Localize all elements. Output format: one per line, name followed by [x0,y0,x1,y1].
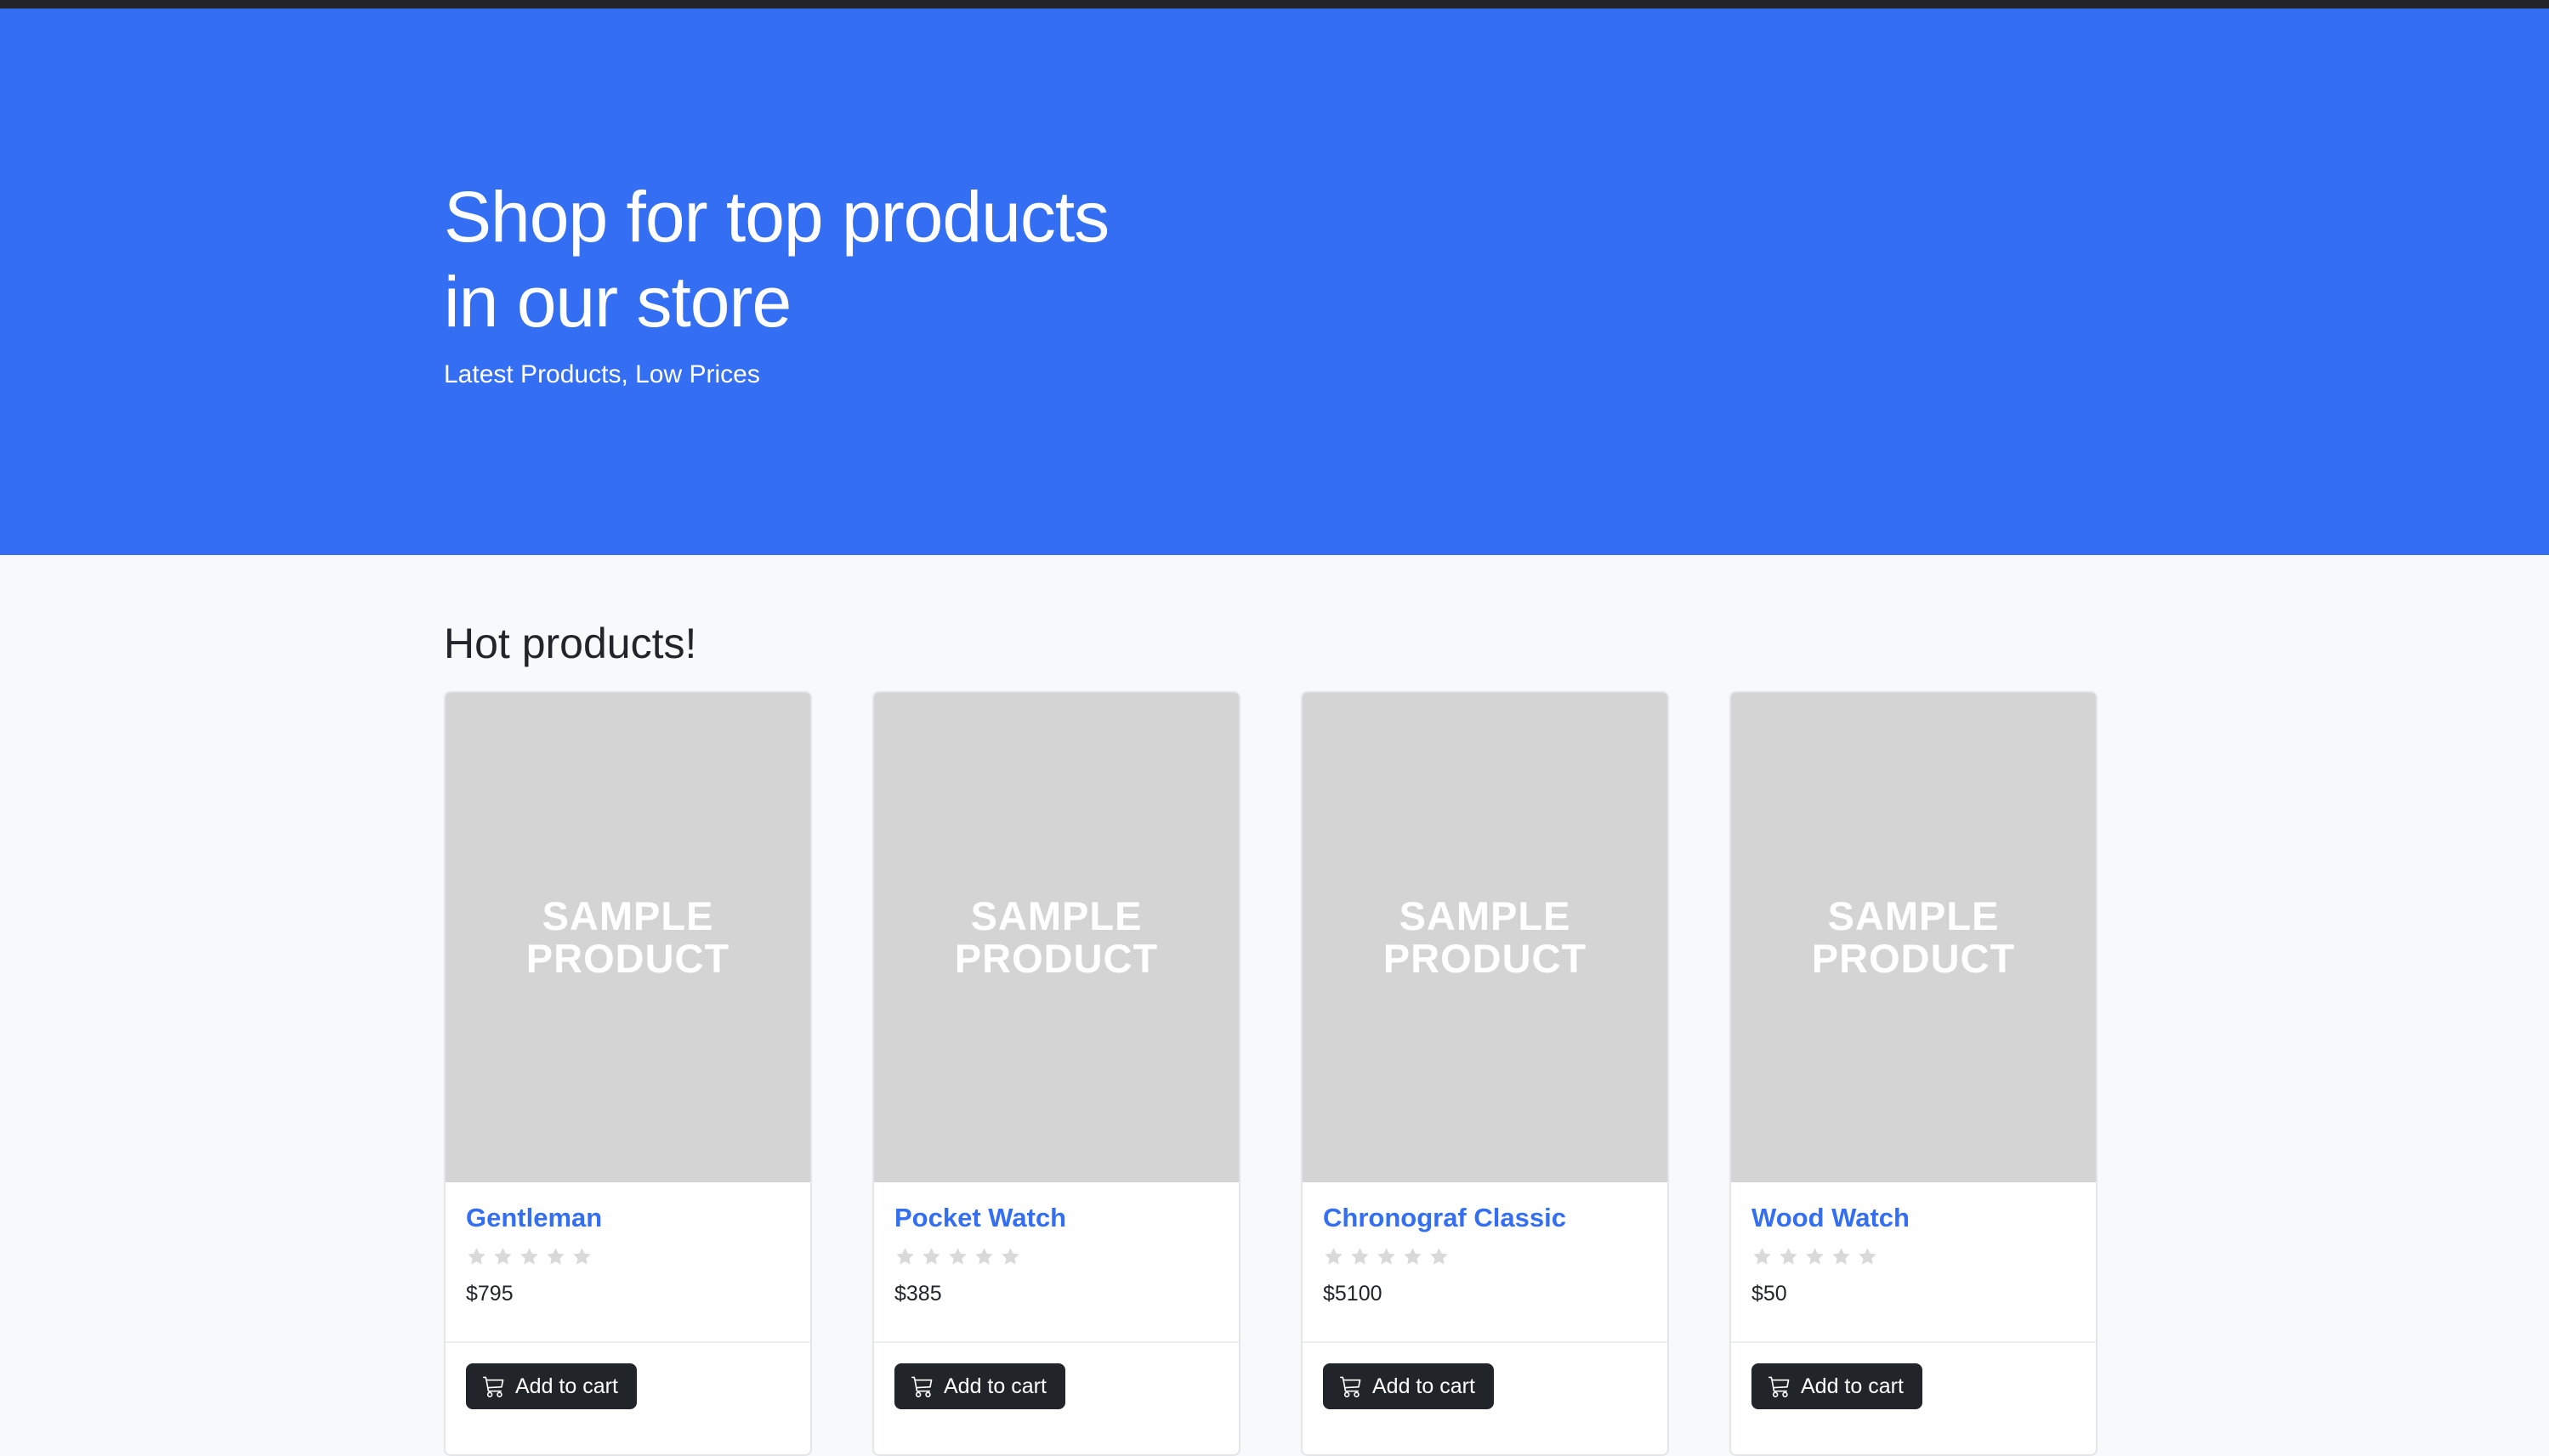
add-to-cart-label: Add to cart [1801,1374,1904,1398]
product-card: SAMPLE PRODUCT Gentleman $795 Add to car… [444,691,812,1456]
cart-icon [483,1376,504,1397]
product-name-link[interactable]: Chronograf Classic [1323,1201,1647,1235]
product-image-label: SAMPLE PRODUCT [1812,895,2015,980]
product-price: $5100 [1323,1282,1382,1306]
hero-title-line-2: in our store [444,262,792,342]
product-card-body: Chronograf Classic $5100 [1303,1182,1667,1343]
add-to-cart-label: Add to cart [515,1374,618,1398]
hero-content: Shop for top products in our store Lates… [444,174,1379,392]
product-card-footer: Add to cart [446,1343,810,1430]
product-image[interactable]: SAMPLE PRODUCT [1731,693,2096,1182]
cart-icon [911,1376,933,1397]
star-icon [1806,1247,1824,1265]
star-icon [1430,1247,1448,1265]
hero-subtitle: Latest Products, Low Prices [444,360,760,388]
star-icon [494,1247,512,1265]
image-label-line-1: SAMPLE [1827,893,2000,938]
cart-icon [1768,1376,1790,1397]
star-icon [1351,1247,1369,1265]
top-bar [0,0,2549,8]
star-icon [1832,1247,1850,1265]
product-name-link[interactable]: Wood Watch [1751,1201,2075,1235]
image-label-line-1: SAMPLE [542,893,714,938]
product-image[interactable]: SAMPLE PRODUCT [446,693,810,1182]
product-image-label: SAMPLE PRODUCT [526,895,730,980]
product-card: SAMPLE PRODUCT Chronograf Classic $5100 … [1301,691,1669,1456]
hero-banner: Shop for top products in our store Lates… [0,8,2549,555]
image-label-line-2: PRODUCT [1382,936,1587,981]
add-to-cart-button[interactable]: Add to cart [1751,1363,1922,1409]
star-icon [573,1247,591,1265]
product-name-link[interactable]: Gentleman [466,1201,790,1235]
product-card-footer: Add to cart [1731,1343,2096,1430]
add-to-cart-button[interactable]: Add to cart [466,1363,637,1409]
star-icon [923,1247,940,1265]
hero-title-line-1: Shop for top products [444,177,1110,257]
star-icon [949,1247,967,1265]
product-card-body: Wood Watch $50 [1731,1182,2096,1343]
product-price: $795 [466,1282,514,1306]
product-card-body: Gentleman $795 [446,1182,810,1343]
star-icon [1780,1247,1797,1265]
add-to-cart-button[interactable]: Add to cart [1323,1363,1494,1409]
product-price: $50 [1751,1282,1787,1306]
product-image[interactable]: SAMPLE PRODUCT [1303,693,1667,1182]
image-label-line-1: SAMPLE [1399,893,1571,938]
product-card-body: Pocket Watch $385 [874,1182,1239,1343]
image-label-line-2: PRODUCT [1811,936,2016,981]
product-image-label: SAMPLE PRODUCT [1383,895,1587,980]
star-icon [468,1247,485,1265]
add-to-cart-label: Add to cart [1372,1374,1475,1398]
main-content: Hot products! SAMPLE PRODUCT Gentleman $… [0,555,2549,1456]
star-icon [520,1247,538,1265]
star-icon [1859,1247,1876,1265]
star-icon [1002,1247,1019,1265]
star-icon [1753,1247,1771,1265]
rating-stars [1751,1244,2075,1269]
star-icon [1377,1247,1395,1265]
product-price: $385 [894,1282,942,1306]
hero-title: Shop for top products in our store [444,174,1379,344]
product-grid: SAMPLE PRODUCT Gentleman $795 Add to car… [444,691,2098,1456]
image-label-line-2: PRODUCT [525,936,730,981]
add-to-cart-button[interactable]: Add to cart [894,1363,1065,1409]
star-icon [1404,1247,1422,1265]
rating-stars [466,1244,790,1269]
product-image[interactable]: SAMPLE PRODUCT [874,693,1239,1182]
star-icon [547,1247,565,1265]
cart-icon [1340,1376,1361,1397]
product-image-label: SAMPLE PRODUCT [955,895,1158,980]
rating-stars [1323,1244,1647,1269]
add-to-cart-label: Add to cart [944,1374,1047,1398]
section-title: Hot products! [444,620,697,667]
star-icon [1325,1247,1343,1265]
product-name-link[interactable]: Pocket Watch [894,1201,1218,1235]
product-card: SAMPLE PRODUCT Pocket Watch $385 Add to … [872,691,1240,1456]
product-card-footer: Add to cart [874,1343,1239,1430]
star-icon [975,1247,993,1265]
rating-stars [894,1244,1218,1269]
image-label-line-2: PRODUCT [954,936,1159,981]
product-card-footer: Add to cart [1303,1343,1667,1430]
product-card: SAMPLE PRODUCT Wood Watch $50 Add to car… [1729,691,2098,1456]
image-label-line-1: SAMPLE [970,893,1143,938]
star-icon [896,1247,914,1265]
